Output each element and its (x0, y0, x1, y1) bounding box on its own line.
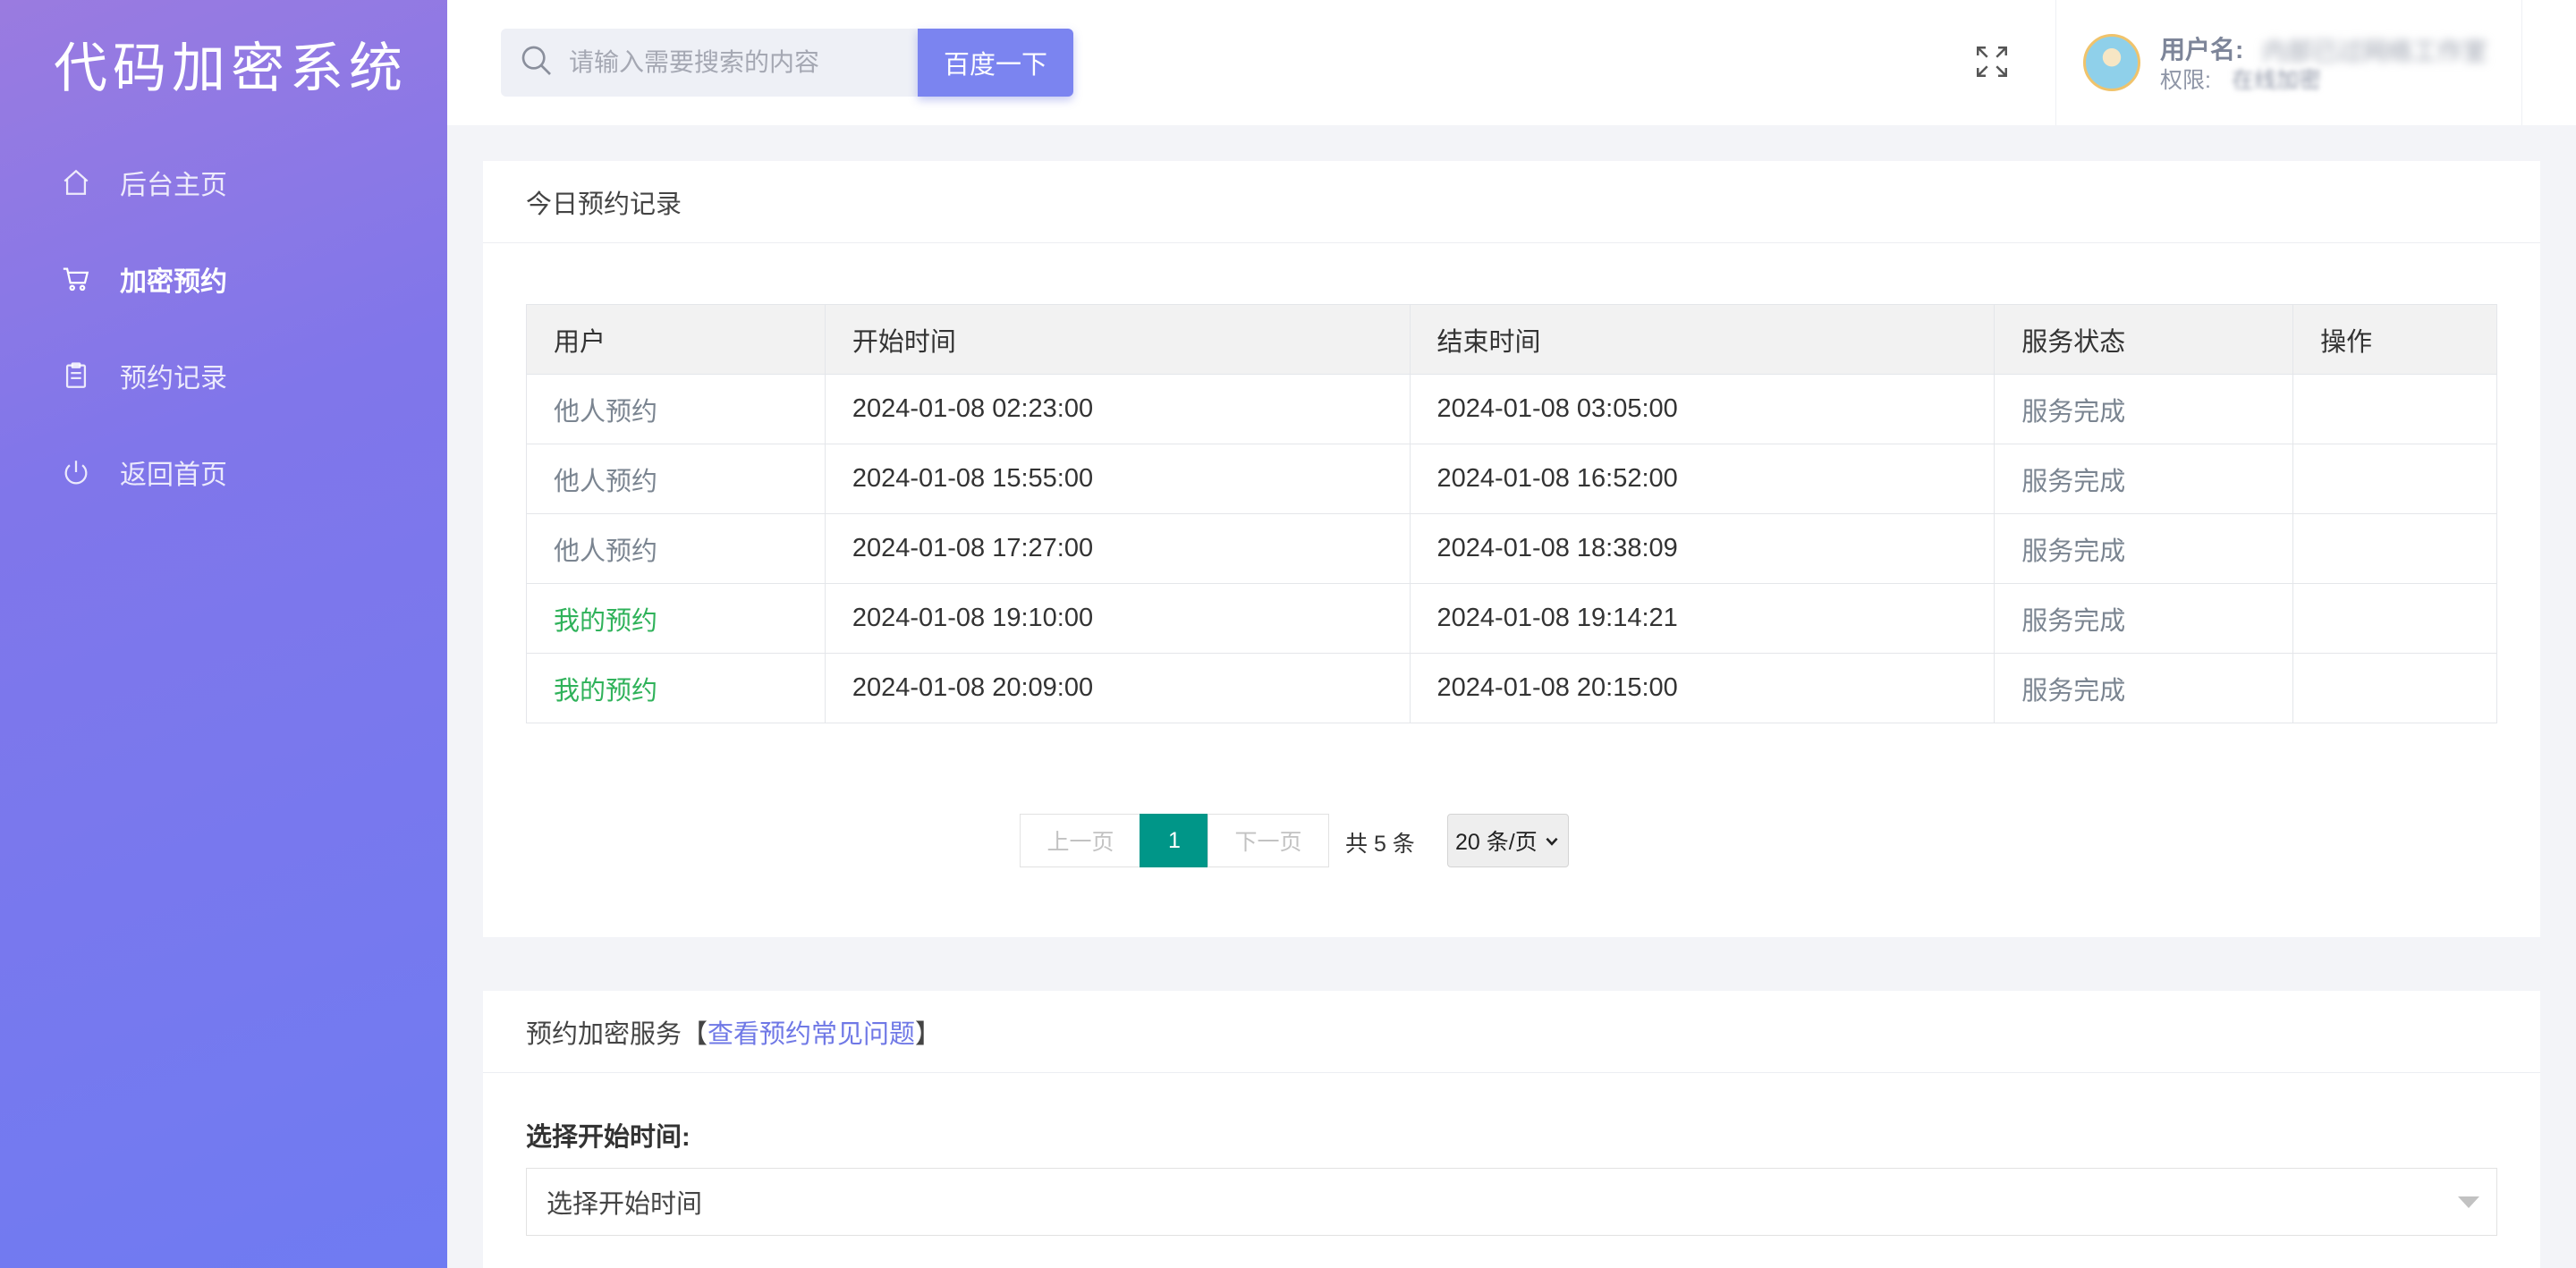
cart-icon (61, 264, 91, 294)
table-row: 他人预约 2024-01-08 15:55:00 2024-01-08 16:5… (526, 444, 2497, 514)
cell-end: 2024-01-08 03:05:00 (1409, 374, 1996, 444)
sidebar: 代码加密系统 后台主页 加密预约 预约记录 返回首页 (0, 0, 447, 1268)
cell-user: 他人预约 (526, 513, 826, 584)
column-header: 开始时间 (824, 304, 1411, 375)
pagination: 上一页 1 下一页 共 5 条 20 条/页 (483, 814, 2540, 867)
total-count: 共 5 条 (1345, 832, 1415, 857)
cell-status: 服务完成 (1994, 444, 2294, 514)
card-title: 今日预约记录 (483, 161, 2540, 243)
cell-user: 我的预约 (526, 583, 826, 654)
records-table: 用户 开始时间 结束时间 服务状态 操作 他人预约 2024-01-08 02:… (526, 304, 2497, 723)
cell-status: 服务完成 (1994, 513, 2294, 584)
avatar (2083, 34, 2140, 91)
cell-end: 2024-01-08 18:38:09 (1409, 513, 1996, 584)
sidebar-nav: 后台主页 加密预约 预约记录 返回首页 (0, 134, 447, 520)
user-info[interactable]: 用户名: 内部已过网络工作室 权限: 在线加密 (2055, 0, 2522, 125)
user-name-label: 用户名: (2160, 36, 2244, 63)
today-records-card: 今日预约记录 用户 开始时间 结束时间 服务状态 操作 他人预约 2024-01… (483, 161, 2540, 937)
column-header: 操作 (2292, 304, 2497, 375)
home-icon (61, 167, 91, 198)
sidebar-item-label: 返回首页 (120, 461, 227, 490)
sidebar-item-label: 后台主页 (120, 171, 227, 200)
sidebar-item-label: 预约记录 (120, 364, 227, 393)
cell-action (2292, 653, 2497, 723)
cell-status: 服务完成 (1994, 653, 2294, 723)
column-header: 用户 (526, 304, 826, 375)
fullscreen-icon[interactable] (1973, 43, 2011, 80)
cell-start: 2024-01-08 15:55:00 (824, 444, 1411, 514)
booking-title-prefix: 预约加密服务【 (526, 1019, 708, 1049)
user-role-label: 权限: (2160, 68, 2211, 93)
start-time-select[interactable]: 选择开始时间 (526, 1168, 2497, 1236)
column-header: 服务状态 (1994, 304, 2294, 375)
search-box (501, 29, 918, 97)
top-header: 百度一下 用户名: 内部已过网络工作室 权限: 在线加密 (447, 0, 2576, 125)
card-title: 预约加密服务【 查看预约常见问题】 (483, 991, 2540, 1073)
table-row: 他人预约 2024-01-08 02:23:00 2024-01-08 03:0… (526, 374, 2497, 444)
dropdown-arrow-icon (2458, 1196, 2479, 1208)
start-time-placeholder: 选择开始时间 (547, 1190, 703, 1219)
cell-status: 服务完成 (1994, 583, 2294, 654)
cell-user: 他人预约 (526, 444, 826, 514)
cell-action (2292, 374, 2497, 444)
table-row: 我的预约 2024-01-08 19:10:00 2024-01-08 19:1… (526, 583, 2497, 654)
booking-title-suffix: 】 (915, 1019, 942, 1049)
sidebar-item-label: 加密预约 (120, 267, 227, 297)
sidebar-item-encrypt-booking[interactable]: 加密预约 (0, 231, 447, 327)
prev-page-button[interactable]: 上一页 (1020, 814, 1141, 867)
sidebar-item-home[interactable]: 后台主页 (0, 134, 447, 231)
cell-user: 我的预约 (526, 653, 826, 723)
cell-status: 服务完成 (1994, 374, 2294, 444)
cell-end: 2024-01-08 19:14:21 (1409, 583, 1996, 654)
faq-link[interactable]: 查看预约常见问题 (708, 1013, 915, 1051)
user-role-value: 在线加密 (2232, 68, 2322, 93)
table-header-row: 用户 开始时间 结束时间 服务状态 操作 (526, 304, 2497, 375)
cell-start: 2024-01-08 02:23:00 (824, 374, 1411, 444)
chevron-down-icon (1546, 837, 1558, 846)
booking-card: 预约加密服务【 查看预约常见问题】 选择开始时间: 选择开始时间 (483, 991, 2540, 1268)
sidebar-item-return-home[interactable]: 返回首页 (0, 424, 447, 520)
cell-start: 2024-01-08 20:09:00 (824, 653, 1411, 723)
clipboard-icon (61, 360, 91, 391)
cell-user: 他人预约 (526, 374, 826, 444)
column-header: 结束时间 (1409, 304, 1996, 375)
table-row: 他人预约 2024-01-08 17:27:00 2024-01-08 18:3… (526, 513, 2497, 584)
cell-action (2292, 583, 2497, 654)
sidebar-item-booking-records[interactable]: 预约记录 (0, 327, 447, 424)
cell-action (2292, 513, 2497, 584)
start-time-label: 选择开始时间: (526, 1123, 691, 1152)
page-size-value: 20 条/页 (1455, 830, 1538, 855)
power-icon (61, 457, 91, 487)
search-icon (519, 43, 569, 83)
table-row: 我的预约 2024-01-08 20:09:00 2024-01-08 20:1… (526, 653, 2497, 723)
cell-end: 2024-01-08 16:52:00 (1409, 444, 1996, 514)
page-button-current[interactable]: 1 (1140, 814, 1209, 867)
search-input[interactable] (569, 48, 909, 77)
app-title: 代码加密系统 (54, 38, 408, 100)
search-button[interactable]: 百度一下 (918, 29, 1073, 97)
cell-end: 2024-01-08 20:15:00 (1409, 653, 1996, 723)
next-page-button[interactable]: 下一页 (1208, 814, 1329, 867)
cell-action (2292, 444, 2497, 514)
cell-start: 2024-01-08 19:10:00 (824, 583, 1411, 654)
page-size-select[interactable]: 20 条/页 (1447, 814, 1569, 867)
cell-start: 2024-01-08 17:27:00 (824, 513, 1411, 584)
